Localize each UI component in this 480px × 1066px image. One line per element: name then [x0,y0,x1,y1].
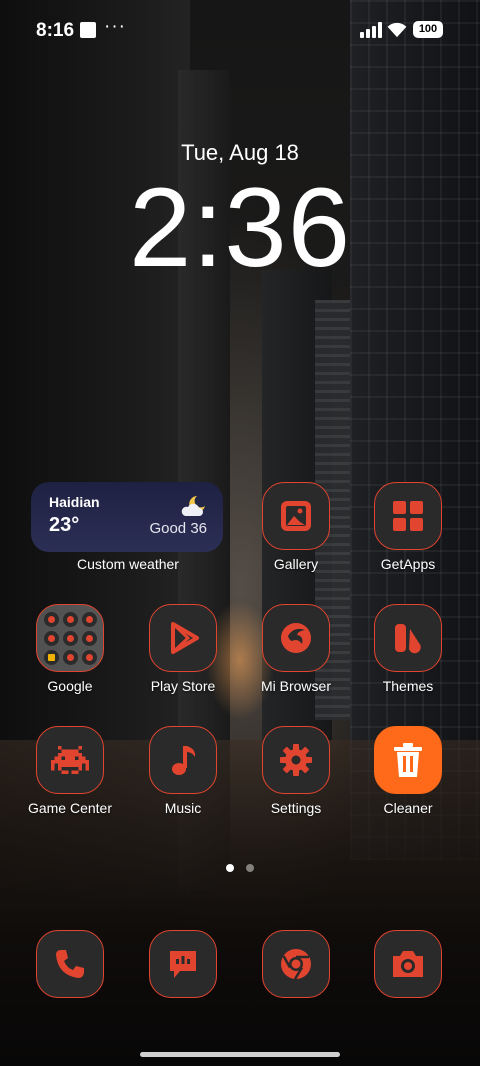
app-folder-google[interactable]: Google [15,604,125,694]
app-label: Google [47,678,93,694]
gear-icon [262,726,330,794]
play-store-icon [149,604,217,672]
app-label: GetApps [380,556,436,572]
status-bar: 8:16 ··· 100 [0,0,480,62]
home-screen: 8:16 ··· 100 Tue, Aug 18 2:36 Haidian 23… [0,0,480,1066]
app-mi-browser[interactable]: Mi Browser [241,604,351,694]
dock-phone[interactable] [15,930,125,998]
more-notifications-icon: ··· [104,16,126,37]
dock-messages[interactable] [128,930,238,998]
music-note-icon [149,726,217,794]
weather-widget-label: Custom weather [77,556,179,572]
weather-city: Haidian [49,494,100,510]
app-getapps[interactable]: GetApps [353,482,463,572]
app-label: Themes [382,678,434,694]
app-music[interactable]: Music [128,726,238,816]
phone-icon [36,930,104,998]
weather-widget[interactable]: Haidian 23° Good 36 [31,482,223,552]
signal-icon [360,22,382,38]
home-gesture-bar[interactable] [140,1052,340,1057]
app-label: Music [164,800,202,816]
date-label: Tue, Aug 18 [181,140,299,165]
notification-square-icon [80,22,96,38]
gallery-icon [262,482,330,550]
app-themes[interactable]: Themes [353,604,463,694]
app-label: Play Store [150,678,216,694]
chrome-icon [262,930,330,998]
app-label: Mi Browser [260,678,331,694]
page-indicator-dot[interactable] [246,864,254,872]
battery-icon: 100 [413,21,443,38]
weather-air-quality: Good 36 [149,520,207,537]
weather-temperature: 23° [49,514,80,536]
app-settings[interactable]: Settings [241,726,351,816]
page-indicator-dot-active[interactable] [226,864,234,872]
app-label: Settings [270,800,322,816]
app-game-center[interactable]: Game Center [15,726,125,816]
app-label: Cleaner [383,800,433,816]
app-play-store[interactable]: Play Store [128,604,238,694]
dock-camera[interactable] [353,930,463,998]
trash-icon [374,726,442,794]
wifi-icon [387,22,407,38]
mi-browser-icon [262,604,330,672]
clock-time[interactable]: 2:36 [0,168,480,288]
partly-cloudy-night-icon [181,496,205,516]
app-label: Gallery [273,556,319,572]
app-gallery[interactable]: Gallery [241,482,351,572]
messages-icon [149,930,217,998]
camera-icon [374,930,442,998]
app-label: Game Center [27,800,113,816]
status-time: 8:16 [36,20,75,41]
game-center-icon [36,726,104,794]
dock-chrome[interactable] [241,930,351,998]
app-cleaner[interactable]: Cleaner [353,726,463,816]
google-folder-icon [36,604,104,672]
getapps-icon [374,482,442,550]
themes-icon [374,604,442,672]
